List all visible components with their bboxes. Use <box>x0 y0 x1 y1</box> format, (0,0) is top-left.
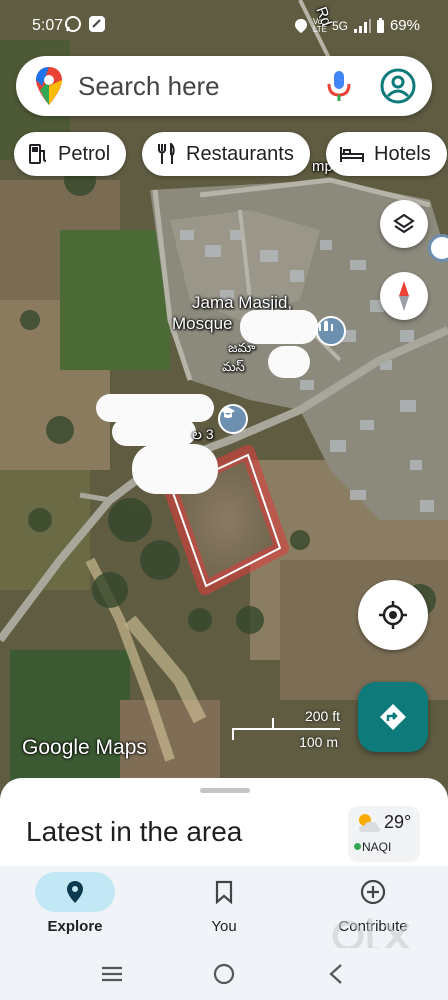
redacted-label <box>268 346 310 378</box>
scale-meters-label: 100 m <box>299 734 338 750</box>
layers-icon <box>393 213 415 234</box>
back-icon[interactable] <box>326 962 346 986</box>
chip-petrol[interactable]: Petrol <box>14 132 127 176</box>
location-status-icon <box>294 18 307 33</box>
nav-you-label: You <box>211 918 237 935</box>
crosshair-icon <box>379 601 407 629</box>
mosque-local-label: జమా మస్ <box>222 338 255 376</box>
school-pin-icon[interactable] <box>218 404 248 434</box>
nav-explore[interactable]: Explore <box>0 866 150 948</box>
redacted-label <box>132 444 218 494</box>
layers-button[interactable] <box>380 200 428 248</box>
chip-hotels-label: Hotels <box>374 142 431 165</box>
bottom-sheet[interactable]: Latest in the area 29° NAQI <box>0 778 448 868</box>
chip-petrol-label: Petrol <box>58 142 111 165</box>
network-type: 5G <box>331 18 348 33</box>
compass-icon <box>399 281 409 311</box>
notification-app-icon <box>89 16 105 32</box>
microphone-icon[interactable] <box>324 69 354 103</box>
sheet-title: Latest in the area <box>26 816 243 847</box>
my-location-button[interactable] <box>358 580 428 650</box>
nav-explore-label: Explore <box>47 918 103 935</box>
map-scale: 200 ft 100 m <box>232 706 344 752</box>
google-maps-logo: Google Maps <box>22 736 147 759</box>
air-quality-label: NAQI <box>362 840 392 854</box>
status-bar: 5:07 Vo LTE 5G 69% <box>0 0 448 52</box>
partly-cloudy-icon <box>359 814 381 832</box>
search-bar[interactable]: Search here <box>16 56 432 116</box>
signal-icon <box>353 18 371 33</box>
bed-icon <box>340 147 364 162</box>
chip-hotels[interactable]: Hotels <box>326 132 447 176</box>
scale-feet-label: 200 ft <box>304 708 340 724</box>
directions-button[interactable] <box>358 682 428 752</box>
google-maps-pin-icon <box>36 67 62 105</box>
chip-restaurants[interactable]: Restaurants <box>142 132 310 176</box>
chip-restaurants-label: Restaurants <box>186 142 294 165</box>
nav-explore-pill <box>35 872 115 912</box>
sheet-drag-handle[interactable] <box>200 788 250 793</box>
battery-level: 69% <box>389 17 420 34</box>
bookmark-icon <box>215 880 233 904</box>
edge-pin-icon[interactable] <box>428 234 448 262</box>
mosque-local-line2: మస్ <box>222 359 245 374</box>
volte-icon: Vo LTE <box>312 16 327 34</box>
location-pin-icon <box>67 881 83 903</box>
fuel-icon <box>29 144 47 164</box>
redacted-label <box>240 310 318 344</box>
mosque-pin-icon[interactable] <box>316 316 346 346</box>
status-time: 5:07 <box>32 17 64 34</box>
whatsapp-icon <box>65 16 81 32</box>
satellite-map[interactable]: Rd mp Jama Masjid, Mosque జమా మస్ ల 3 20… <box>0 0 448 800</box>
weather-card[interactable]: 29° NAQI <box>348 806 420 862</box>
fork-knife-icon <box>158 143 175 164</box>
school-label: ల 3 <box>192 426 214 442</box>
add-circle-icon <box>360 879 386 905</box>
search-input[interactable]: Search here <box>78 71 324 102</box>
redacted-label <box>112 418 196 446</box>
directions-icon <box>380 704 406 730</box>
weather-temp: 29° <box>384 812 412 832</box>
battery-icon <box>376 17 384 33</box>
account-icon[interactable] <box>380 68 416 104</box>
compass-button[interactable] <box>380 272 428 320</box>
recent-apps-icon[interactable] <box>100 964 124 984</box>
system-navigation-bar <box>0 948 448 1000</box>
air-quality-dot <box>354 843 361 850</box>
satellite-imagery <box>0 0 448 800</box>
home-icon[interactable] <box>212 962 236 986</box>
nav-you[interactable]: You <box>149 866 299 948</box>
